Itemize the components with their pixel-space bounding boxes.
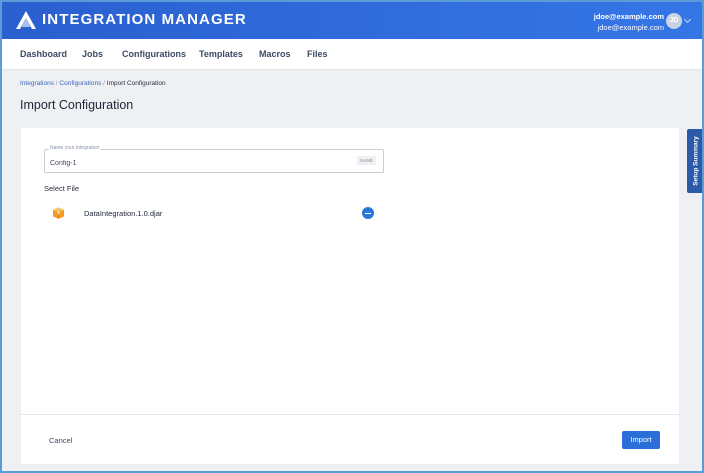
nav-item-configurations[interactable]: Configurations xyxy=(122,49,186,59)
chevron-down-icon[interactable] xyxy=(683,15,692,24)
nav-item-jobs[interactable]: Jobs xyxy=(82,49,103,59)
remove-file-button[interactable] xyxy=(362,207,374,219)
name-badge: NAME xyxy=(356,156,376,165)
breadcrumb-configurations[interactable]: Configurations xyxy=(59,80,101,87)
integration-name-input[interactable] xyxy=(50,157,340,169)
nav-item-macros[interactable]: Macros xyxy=(259,49,291,59)
app-title: INTEGRATION MANAGER xyxy=(42,11,247,28)
breadcrumb-separator: / xyxy=(103,80,105,87)
import-card: Name your Integration NAME Select File D… xyxy=(21,128,679,464)
setup-summary-tab[interactable]: Setup Summary xyxy=(687,129,702,193)
integration-name-field[interactable]: Name your Integration NAME xyxy=(44,145,384,173)
breadcrumb: Integrations / Configurations / Import C… xyxy=(20,80,166,87)
user-email-secondary: jdoe@example.com xyxy=(597,23,664,32)
nav-item-dashboard[interactable]: Dashboard xyxy=(20,49,67,59)
select-file-label: Select File xyxy=(44,184,80,193)
logo-icon xyxy=(16,11,36,29)
breadcrumb-integrations[interactable]: Integrations xyxy=(20,80,54,87)
minus-icon xyxy=(365,212,371,214)
nav-item-templates[interactable]: Templates xyxy=(199,49,243,59)
package-icon xyxy=(53,207,64,219)
top-bar: INTEGRATION MANAGER jdoe@example.com jdo… xyxy=(2,2,702,39)
breadcrumb-separator: / xyxy=(55,80,58,87)
user-email: jdoe@example.com xyxy=(593,12,664,21)
main-nav: Dashboard Jobs Configurations Templates … xyxy=(2,39,702,70)
card-divider xyxy=(21,414,679,415)
avatar[interactable]: JD xyxy=(666,13,682,29)
page-title: Import Configuration xyxy=(20,98,134,112)
app-frame: INTEGRATION MANAGER jdoe@example.com jdo… xyxy=(0,0,704,473)
integration-name-label: Name your Integration xyxy=(49,145,101,151)
cancel-button[interactable]: Cancel xyxy=(49,436,72,445)
breadcrumb-current: Import Configuration xyxy=(106,80,166,87)
nav-item-files[interactable]: Files xyxy=(307,49,328,59)
import-button[interactable]: Import xyxy=(622,431,660,449)
setup-summary-label: Setup Summary xyxy=(692,136,699,186)
file-name: DataIntegration.1.0.djar xyxy=(84,209,163,218)
